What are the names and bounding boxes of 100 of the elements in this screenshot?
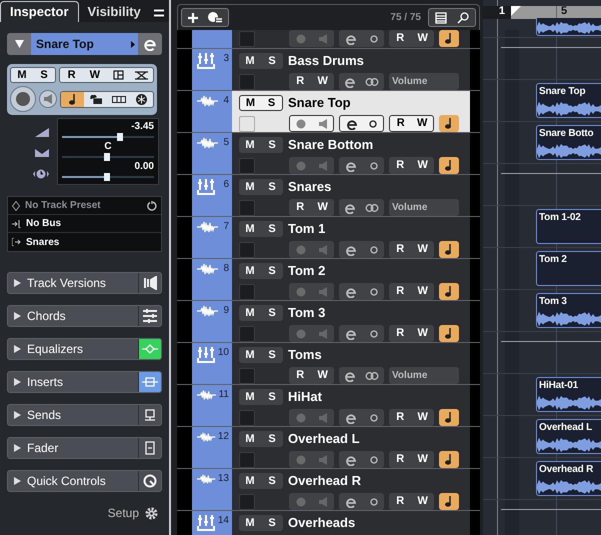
musical-mode-button[interactable] <box>439 115 459 132</box>
bars-icon[interactable] <box>112 96 126 102</box>
solo-button[interactable]: S <box>261 96 282 110</box>
monitor-button[interactable] <box>39 90 57 108</box>
audio-event[interactable]: HiHat-01 <box>536 377 601 412</box>
track-header[interactable]: M S Overheads <box>232 511 470 535</box>
locator-marker-icon[interactable] <box>511 6 521 16</box>
read-button[interactable]: R <box>390 116 412 131</box>
musical-mode-button[interactable] <box>439 325 459 342</box>
musical-mode-button[interactable] <box>61 92 84 106</box>
view-buttons[interactable] <box>428 8 476 27</box>
track-color-swatch[interactable] <box>239 452 255 468</box>
crossed-lines-icon[interactable] <box>134 70 148 80</box>
slider-track[interactable] <box>62 153 154 161</box>
write-button[interactable]: W <box>412 30 434 47</box>
track-color-swatch[interactable] <box>239 116 255 132</box>
read-button[interactable]: R <box>289 199 312 216</box>
track-header[interactable]: M S Tom 2 R W <box>232 259 470 300</box>
slider-handle[interactable] <box>104 153 110 161</box>
write-button[interactable]: W <box>312 367 334 384</box>
track-color-swatch[interactable] <box>239 368 255 384</box>
track-header[interactable]: M S Tom 3 R W <box>232 301 470 342</box>
slider-track[interactable] <box>62 173 154 181</box>
track-header[interactable]: M S Snares R W Volume <box>232 175 470 216</box>
write-button[interactable]: W <box>412 325 434 342</box>
read-button[interactable]: R <box>60 68 84 82</box>
panel-tab[interactable]: Visibility <box>78 1 150 22</box>
write-button[interactable]: W <box>412 451 434 468</box>
read-button[interactable]: R <box>389 30 412 47</box>
mute-button[interactable]: M <box>240 96 261 110</box>
write-button[interactable]: W <box>412 493 434 510</box>
setup-label[interactable]: Setup <box>108 504 139 522</box>
track-header[interactable]: M S Snare Bottom R W <box>232 133 470 174</box>
automation-parameter[interactable]: Volume <box>389 73 459 90</box>
solo-button[interactable]: S <box>261 347 283 363</box>
preset-selector[interactable]: No Track Preset <box>8 197 161 215</box>
panel-tab[interactable]: Inspector <box>0 1 79 22</box>
audio-event[interactable]: Overhead R <box>536 461 601 496</box>
solo-button[interactable]: S <box>261 389 283 405</box>
mute-button[interactable]: M <box>239 389 261 405</box>
settings-icon[interactable] <box>145 506 158 520</box>
audio-event[interactable]: Overhead L <box>536 419 601 454</box>
slider-track[interactable] <box>62 133 154 141</box>
track-color-swatch[interactable] <box>239 200 255 216</box>
mute-button[interactable]: M <box>239 347 261 363</box>
write-button[interactable]: W <box>83 68 106 82</box>
inspector-section[interactable]: Quick Controls <box>7 470 162 492</box>
reset-icon[interactable] <box>147 200 157 210</box>
list-icon[interactable] <box>435 12 447 24</box>
audio-event[interactable] <box>536 18 601 36</box>
track-header[interactable]: M S Tom 1 R W <box>232 217 470 258</box>
musical-mode-button[interactable] <box>439 157 459 174</box>
track-header[interactable]: M S Overhead L R W <box>232 427 470 468</box>
read-button[interactable]: R <box>389 283 412 300</box>
musical-mode-button[interactable] <box>439 493 459 510</box>
mute-button[interactable]: M <box>239 305 261 321</box>
solo-button[interactable]: S <box>261 179 283 195</box>
expand-icon[interactable] <box>131 40 135 48</box>
read-button[interactable]: R <box>389 409 412 426</box>
record-monitor-buttons[interactable] <box>289 115 334 132</box>
slider-handle[interactable] <box>104 173 110 181</box>
write-button[interactable]: W <box>312 199 334 216</box>
musical-mode-button[interactable] <box>439 451 459 468</box>
track-header[interactable]: M S Overhead R R W <box>232 469 470 510</box>
menu-icon[interactable] <box>154 9 164 17</box>
mute-button[interactable]: M <box>239 473 261 489</box>
solo-button[interactable]: S <box>261 221 283 237</box>
read-button[interactable]: R <box>289 73 312 90</box>
mute-button[interactable]: M <box>239 179 261 195</box>
layout-icon[interactable] <box>112 70 124 80</box>
read-button[interactable]: R <box>389 451 412 468</box>
track-color-swatch[interactable] <box>239 410 255 426</box>
audio-event[interactable]: Tom 2 <box>536 251 601 286</box>
plus-icon[interactable] <box>188 12 198 22</box>
inspector-section[interactable]: Sends <box>7 404 162 426</box>
track-color-swatch[interactable] <box>239 284 255 300</box>
track-header[interactable]: M S Bass Drums R W Volume <box>232 49 470 90</box>
lock-icon[interactable] <box>90 94 102 104</box>
mute-button[interactable]: M <box>11 68 33 82</box>
inspector-section[interactable]: Equalizers <box>7 338 162 360</box>
inspector-section[interactable]: Fader <box>7 437 162 459</box>
musical-mode-button[interactable] <box>439 30 459 47</box>
musical-mode-button[interactable] <box>439 409 459 426</box>
mute-button[interactable]: M <box>239 221 261 237</box>
audio-event[interactable]: Tom 1-02 <box>536 209 601 244</box>
track-color-swatch[interactable] <box>239 158 255 174</box>
solo-button[interactable]: S <box>261 473 283 489</box>
audio-event[interactable]: Snare Top <box>536 83 601 118</box>
audio-event[interactable]: Tom 3 <box>536 293 601 328</box>
automation-parameter[interactable]: Volume <box>389 367 459 384</box>
solo-button[interactable]: S <box>261 515 283 531</box>
solo-button[interactable]: S <box>261 263 283 279</box>
collapse-icon[interactable] <box>14 40 24 48</box>
read-button[interactable]: R <box>389 241 412 258</box>
solo-button[interactable]: S <box>33 68 55 82</box>
track-color-swatch[interactable] <box>239 326 255 342</box>
mute-button[interactable]: M <box>239 431 261 447</box>
track-header[interactable]: M S Toms R W Volume <box>232 343 470 384</box>
folder-add-icon[interactable] <box>208 12 222 23</box>
track-color-swatch[interactable] <box>239 242 255 258</box>
